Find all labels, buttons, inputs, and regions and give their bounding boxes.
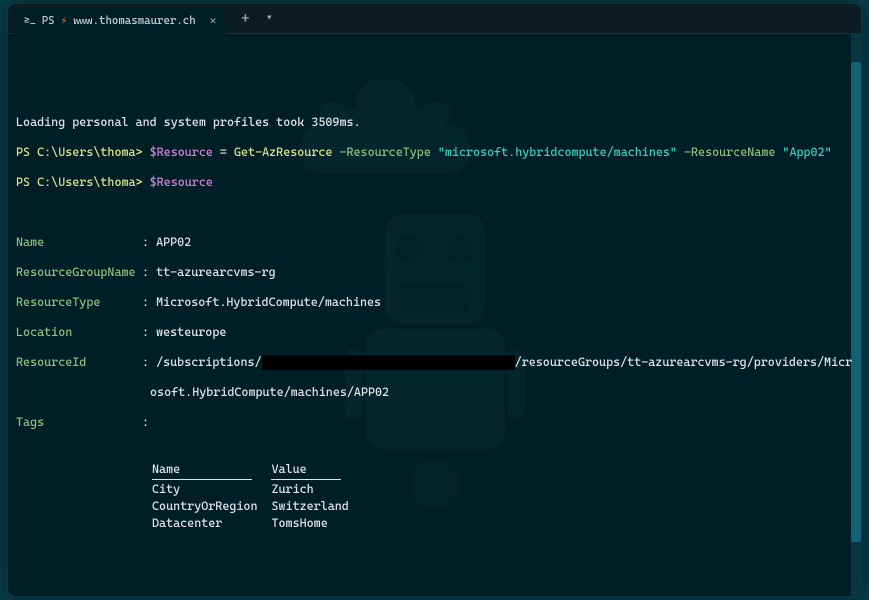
load-message: Loading personal and system profiles too… bbox=[16, 115, 853, 130]
terminal-area[interactable]: Loading personal and system profiles too… bbox=[8, 34, 861, 596]
flag: -ResourceType bbox=[339, 145, 430, 159]
prop-key: Location bbox=[16, 325, 142, 340]
variable: $Resource bbox=[150, 175, 213, 189]
prop-row-cont: osoft.HybridCompute/machines/APP02 bbox=[16, 385, 853, 400]
prop-row: ResourceType: Microsoft.HybridCompute/ma… bbox=[16, 295, 853, 310]
prop-key: ResourceGroupName bbox=[16, 265, 142, 280]
lightning-icon: ⚡ bbox=[61, 14, 68, 27]
new-tab-button[interactable]: + bbox=[232, 8, 258, 30]
prop-key: ResourceId bbox=[16, 355, 142, 370]
tags-table: Name Value CityZurich CountryOrRegionSwit… bbox=[16, 445, 853, 548]
prop-val: Microsoft.HybridCompute/machines bbox=[156, 295, 381, 309]
tag-value: Switzerland bbox=[271, 499, 360, 514]
terminal-output: Loading personal and system profiles too… bbox=[16, 100, 853, 596]
tags-table-inner: Name Value CityZurich CountryOrRegionSwit… bbox=[150, 460, 363, 533]
prop-row: Name: APP02 bbox=[16, 235, 853, 250]
tag-row: CountryOrRegionSwitzerland bbox=[152, 499, 361, 514]
prompt: PS C:\Users\thoma> bbox=[16, 145, 143, 159]
prop-row: ResourceId: /subscriptions/xxxxxxxxxxxxx… bbox=[16, 355, 853, 370]
prop-key: Name bbox=[16, 235, 142, 250]
flag: -ResourceName bbox=[684, 145, 775, 159]
prop-val: westeurope bbox=[156, 325, 226, 339]
tags-col-value: Value bbox=[271, 462, 306, 476]
prop-row: Tags: bbox=[16, 415, 853, 430]
prop-val: tt-azurearcvms-rg bbox=[156, 265, 276, 279]
prop-row: ResourceGroupName: tt-azurearcvms-rg bbox=[16, 265, 853, 280]
tag-row: DatacenterTomsHome bbox=[152, 516, 361, 531]
tags-col-name: Name bbox=[152, 462, 180, 476]
tab-prefix-1: PS bbox=[42, 14, 55, 27]
prop-val-post: /resourceGroups/tt-azurearcvms-rg/provid… bbox=[515, 355, 853, 369]
cmdlet: Get-AzResource bbox=[234, 145, 332, 159]
arg-string: "App02" bbox=[782, 145, 831, 159]
prop-row: Location: westeurope bbox=[16, 325, 853, 340]
tag-name: CountryOrRegion bbox=[152, 499, 269, 514]
tab-title: www.thomasmaurer.ch bbox=[73, 14, 195, 27]
prop-key: Tags bbox=[16, 415, 142, 430]
arg-string: "microsoft.hybridcompute/machines" bbox=[438, 145, 677, 159]
cmd-line-2: PS C:\Users\thoma> $Resource bbox=[16, 175, 853, 190]
tab-bar: ≥_ PS ⚡ www.thomasmaurer.ch ✕ + ▾ bbox=[8, 4, 861, 34]
prompt: PS C:\Users\thoma> bbox=[16, 175, 143, 189]
cmd-line-1: PS C:\Users\thoma> $Resource = Get-AzRes… bbox=[16, 145, 853, 160]
tag-row: CityZurich bbox=[152, 482, 361, 497]
close-tab-button[interactable]: ✕ bbox=[210, 14, 217, 27]
tag-name: City bbox=[152, 482, 269, 497]
redacted-subscription-id: xxxxxxxxxxxxxxxxxxxxxxxxxxxxxxxxxxxx bbox=[262, 355, 515, 370]
equals: = bbox=[220, 145, 227, 159]
prop-val-pre: /subscriptions/ bbox=[156, 355, 261, 369]
tag-name: Datacenter bbox=[152, 516, 269, 531]
terminal-window: ≥_ PS ⚡ www.thomasmaurer.ch ✕ + ▾ Loadin… bbox=[8, 4, 861, 596]
tag-value: TomsHome bbox=[271, 516, 360, 531]
tab-dropdown-button[interactable]: ▾ bbox=[258, 8, 280, 30]
tag-value: Zurich bbox=[271, 482, 360, 497]
prop-val: APP02 bbox=[156, 235, 191, 249]
prop-val-cont: osoft.HybridCompute/machines/APP02 bbox=[150, 385, 389, 399]
terminal-tab[interactable]: ≥_ PS ⚡ www.thomasmaurer.ch ✕ bbox=[14, 8, 226, 34]
prop-key: ResourceType bbox=[16, 295, 142, 310]
variable: $Resource bbox=[150, 145, 213, 159]
powershell-icon: ≥_ bbox=[24, 15, 36, 26]
